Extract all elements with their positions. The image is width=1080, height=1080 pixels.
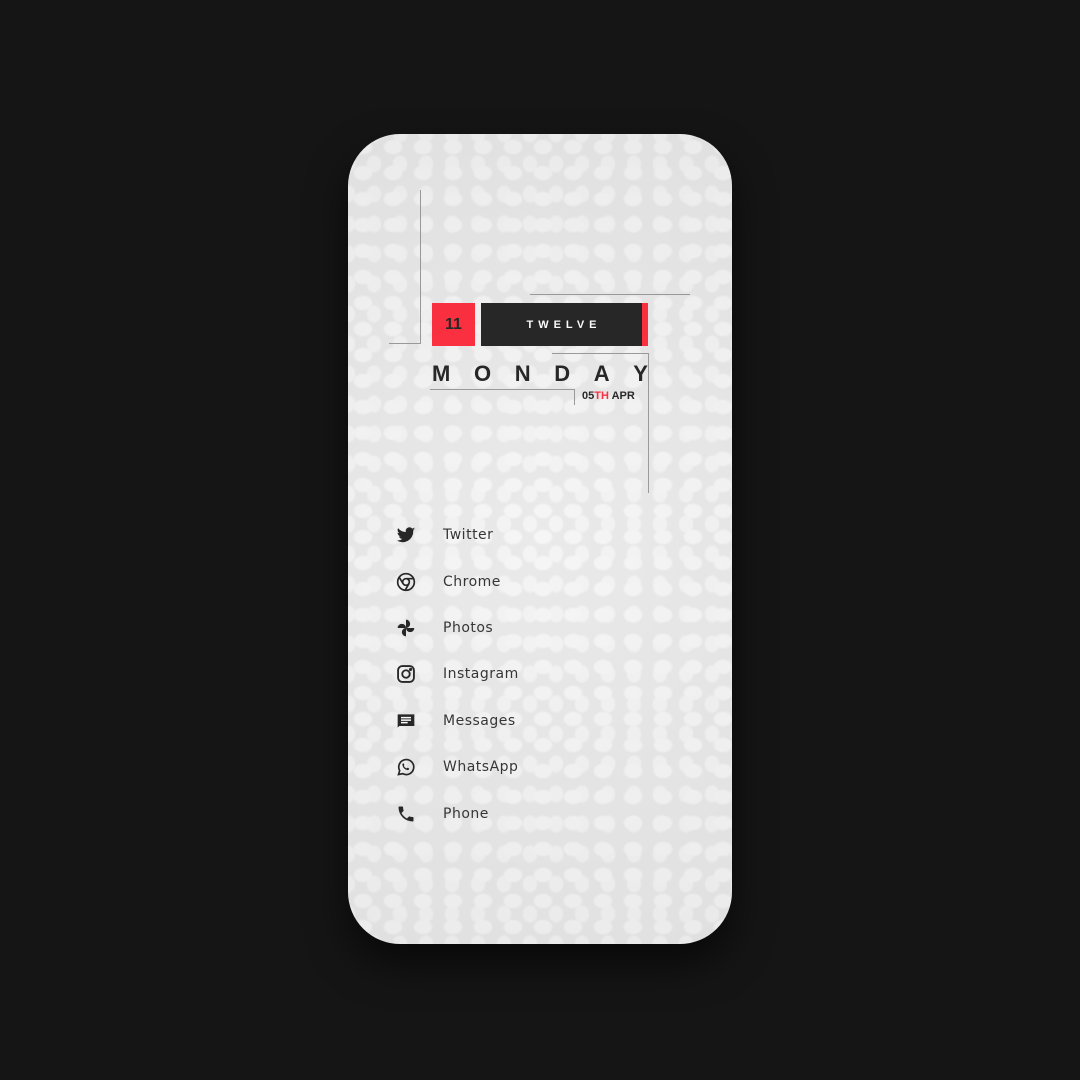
app-instagram[interactable]: Instagram xyxy=(390,651,519,697)
twitter-icon xyxy=(390,523,422,547)
minute-word-box: TWELVE xyxy=(481,303,642,346)
messages-icon xyxy=(390,709,422,733)
app-twitter[interactable]: Twitter xyxy=(390,512,519,558)
divider-line xyxy=(552,353,648,354)
divider-line xyxy=(389,343,421,344)
weekday-letter: M xyxy=(432,361,451,386)
phone-screen: 11 TWELVE M O N D A Y 05TH APR Twitter C… xyxy=(348,134,732,944)
photos-icon xyxy=(390,616,422,640)
weekday-letter: O xyxy=(473,361,492,386)
divider-line xyxy=(648,353,649,493)
app-whatsapp[interactable]: WhatsApp xyxy=(390,744,519,790)
weekday-letter: A xyxy=(593,361,610,386)
instagram-icon xyxy=(390,662,422,686)
app-label: WhatsApp xyxy=(443,759,519,776)
date: 05TH APR xyxy=(582,390,635,402)
app-label: Messages xyxy=(443,712,516,729)
weekday: M O N D A Y xyxy=(432,361,648,387)
app-label: Phone xyxy=(443,805,489,822)
weekday-letter: D xyxy=(554,361,571,386)
date-suffix: TH xyxy=(594,390,609,402)
app-photos[interactable]: Photos xyxy=(390,605,519,651)
divider-line xyxy=(530,294,690,295)
chrome-icon xyxy=(390,570,422,594)
weekday-letter: N xyxy=(514,361,531,386)
date-month: APR xyxy=(611,390,635,402)
app-label: Instagram xyxy=(443,666,519,683)
divider-line xyxy=(574,389,575,405)
app-label: Twitter xyxy=(443,527,494,544)
app-phone[interactable]: Phone xyxy=(390,790,519,836)
app-label: Photos xyxy=(443,619,494,636)
app-messages[interactable]: Messages xyxy=(390,698,519,744)
app-chrome[interactable]: Chrome xyxy=(390,558,519,604)
app-list: Twitter Chrome Photos Instagram Messages… xyxy=(390,512,519,837)
divider-line xyxy=(420,190,421,343)
hour-box: 11 xyxy=(432,303,475,346)
date-number: 05 xyxy=(582,390,595,402)
phone-icon xyxy=(390,802,422,826)
whatsapp-icon xyxy=(390,755,422,779)
weekday-letter: Y xyxy=(633,361,648,386)
app-label: Chrome xyxy=(443,573,501,590)
divider-line xyxy=(430,389,574,390)
accent-stripe xyxy=(642,303,648,346)
